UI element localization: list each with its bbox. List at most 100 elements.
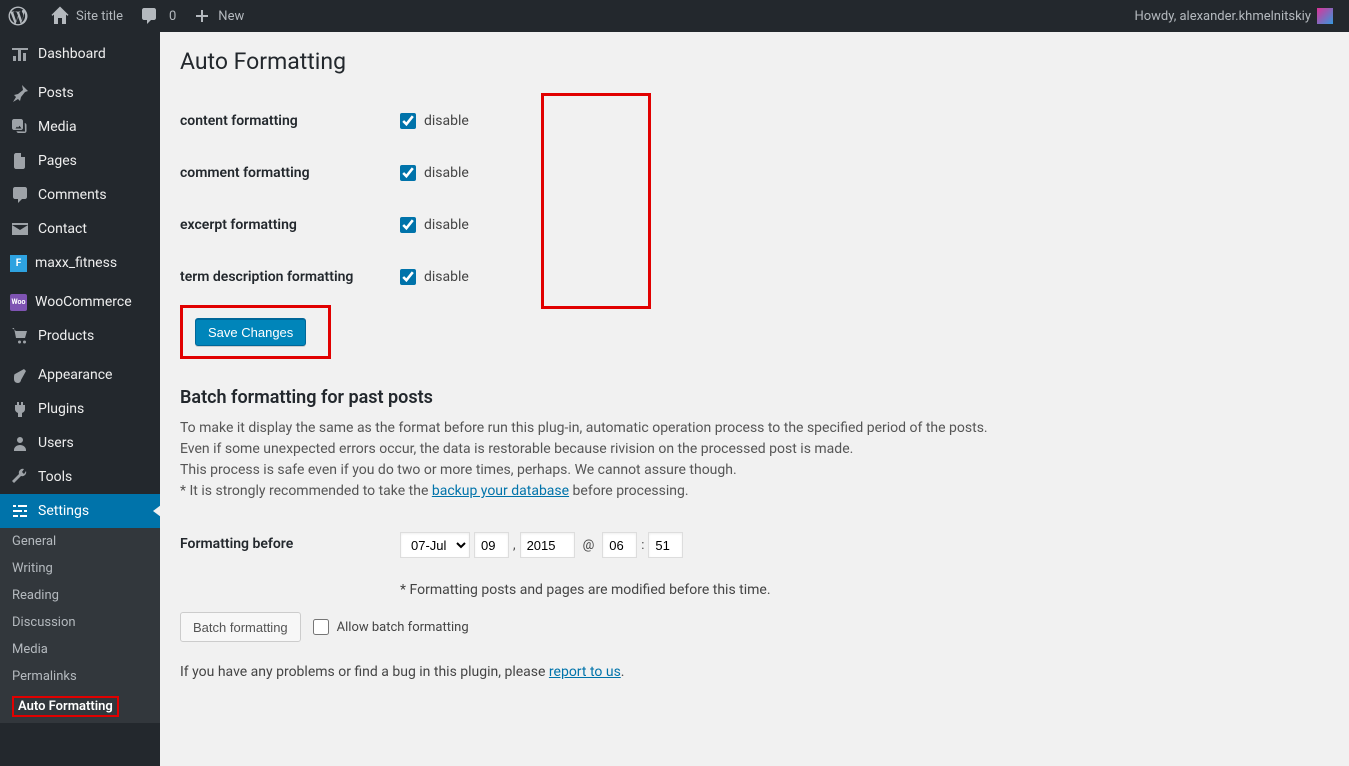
new-content-link[interactable]: New <box>184 0 252 32</box>
minute-input[interactable] <box>648 532 683 558</box>
mail-icon <box>10 219 30 239</box>
sidebar-item-label: maxx_fitness <box>35 255 117 271</box>
comment-icon <box>10 185 30 205</box>
page-title: Auto Formatting <box>180 48 1329 75</box>
sidebar-item-maxx-fitness[interactable]: F maxx_fitness <box>0 246 160 280</box>
formatting-before-label: Formatting before <box>180 532 400 552</box>
batch-formatting-button[interactable]: Batch formatting <box>180 612 301 642</box>
sidebar-item-label: Posts <box>38 85 74 101</box>
sidebar-item-label: WooCommerce <box>35 294 132 310</box>
media-icon <box>10 117 30 137</box>
sidebar-item-label: Users <box>38 435 74 451</box>
sidebar-item-media[interactable]: Media <box>0 110 160 144</box>
sidebar-item-label: Plugins <box>38 401 84 417</box>
report-prefix: If you have any problems or find a bug i… <box>180 664 549 680</box>
sidebar-item-label: Settings <box>38 503 89 519</box>
report-link[interactable]: report to us <box>549 664 621 680</box>
term-formatting-disable-label: disable <box>424 269 469 285</box>
submenu-media[interactable]: Media <box>0 636 160 663</box>
submenu-writing[interactable]: Writing <box>0 555 160 582</box>
batch-desc4-suffix: before processing. <box>569 483 688 499</box>
comment-formatting-label: comment formatting <box>180 165 400 181</box>
site-title-link[interactable]: Site title <box>42 0 131 32</box>
sidebar-item-appearance[interactable]: Appearance <box>0 358 160 392</box>
sidebar-item-products[interactable]: Products <box>0 319 160 353</box>
sliders-icon <box>10 501 30 521</box>
howdy-text: Howdy, alexander.khmelnitskiy <box>1134 9 1311 24</box>
wordpress-logo-icon[interactable] <box>0 0 42 32</box>
plus-icon <box>192 6 212 26</box>
page-icon <box>10 151 30 171</box>
sidebar-item-posts[interactable]: Posts <box>0 76 160 110</box>
submenu-general[interactable]: General <box>0 528 160 555</box>
submenu-discussion[interactable]: Discussion <box>0 609 160 636</box>
submenu-auto-formatting-label: Auto Formatting <box>12 696 119 717</box>
term-formatting-label: term description formatting <box>180 269 400 285</box>
pin-icon <box>10 83 30 103</box>
sidebar-item-tools[interactable]: Tools <box>0 460 160 494</box>
sidebar-item-pages[interactable]: Pages <box>0 144 160 178</box>
sidebar-item-label: Dashboard <box>38 46 106 62</box>
date-at: @ <box>583 538 595 553</box>
new-label: New <box>218 9 244 24</box>
save-changes-button[interactable]: Save Changes <box>195 318 306 346</box>
sidebar-item-comments[interactable]: Comments <box>0 178 160 212</box>
allow-batch-checkbox[interactable] <box>313 619 329 635</box>
sidebar-item-label: Tools <box>38 469 72 485</box>
excerpt-formatting-disable-label: disable <box>424 217 469 233</box>
batch-description-line-2: Even if some unexpected errors occur, th… <box>180 439 1329 460</box>
date-comma: , <box>513 538 516 553</box>
cart-icon <box>10 326 30 346</box>
brush-icon <box>10 365 30 385</box>
submenu-auto-formatting[interactable]: Auto Formatting <box>0 690 160 723</box>
user-icon <box>10 433 30 453</box>
day-input[interactable] <box>474 532 509 558</box>
batch-description-line-3: This process is safe even if you do two … <box>180 460 1329 481</box>
time-note: * Formatting posts and pages are modifie… <box>400 582 771 598</box>
year-input[interactable] <box>520 532 575 558</box>
report-suffix: . <box>621 664 625 680</box>
sidebar-item-label: Comments <box>38 187 107 203</box>
content-formatting-checkbox[interactable] <box>400 113 416 129</box>
hour-input[interactable] <box>602 532 637 558</box>
sidebar-item-plugins[interactable]: Plugins <box>0 392 160 426</box>
howdy-account-link[interactable]: Howdy, alexander.khmelnitskiy <box>1126 0 1341 32</box>
sidebar-item-label: Contact <box>38 221 87 237</box>
submenu-permalinks[interactable]: Permalinks <box>0 663 160 690</box>
comment-formatting-disable-label: disable <box>424 165 469 181</box>
sidebar-item-users[interactable]: Users <box>0 426 160 460</box>
excerpt-formatting-label: excerpt formatting <box>180 217 400 233</box>
excerpt-formatting-checkbox[interactable] <box>400 217 416 233</box>
comments-count: 0 <box>169 9 176 24</box>
home-icon <box>50 6 70 26</box>
plug-icon <box>10 399 30 419</box>
sidebar-item-dashboard[interactable]: Dashboard <box>0 37 160 71</box>
content-formatting-disable-label: disable <box>424 113 469 129</box>
comment-icon <box>139 6 159 26</box>
avatar <box>1317 8 1333 24</box>
batch-desc4-prefix: * It is strongly recommended to take the <box>180 483 432 499</box>
allow-batch-label: Allow batch formatting <box>337 620 469 635</box>
sidebar-item-label: Media <box>38 119 77 135</box>
batch-description-line-1: To make it display the same as the forma… <box>180 418 1329 439</box>
highlight-box-save: Save Changes <box>180 305 331 359</box>
submenu-reading[interactable]: Reading <box>0 582 160 609</box>
fitness-icon: F <box>10 255 27 272</box>
sidebar-item-label: Products <box>38 328 94 344</box>
term-formatting-checkbox[interactable] <box>400 269 416 285</box>
sidebar-item-label: Appearance <box>38 367 112 383</box>
sidebar-item-label: Pages <box>38 153 77 169</box>
site-title-text: Site title <box>76 9 123 24</box>
content-formatting-label: content formatting <box>180 113 400 129</box>
sidebar-item-settings[interactable]: Settings <box>0 494 160 528</box>
backup-database-link[interactable]: backup your database <box>432 483 569 499</box>
comments-link[interactable]: 0 <box>131 0 184 32</box>
sidebar-item-woocommerce[interactable]: Woo WooCommerce <box>0 285 160 319</box>
month-select[interactable]: 07-Jul <box>400 532 470 558</box>
date-colon: : <box>641 538 644 553</box>
dashboard-icon <box>10 44 30 64</box>
batch-description-line-4: * It is strongly recommended to take the… <box>180 481 1329 502</box>
report-text: If you have any problems or find a bug i… <box>180 664 1329 680</box>
sidebar-item-contact[interactable]: Contact <box>0 212 160 246</box>
comment-formatting-checkbox[interactable] <box>400 165 416 181</box>
